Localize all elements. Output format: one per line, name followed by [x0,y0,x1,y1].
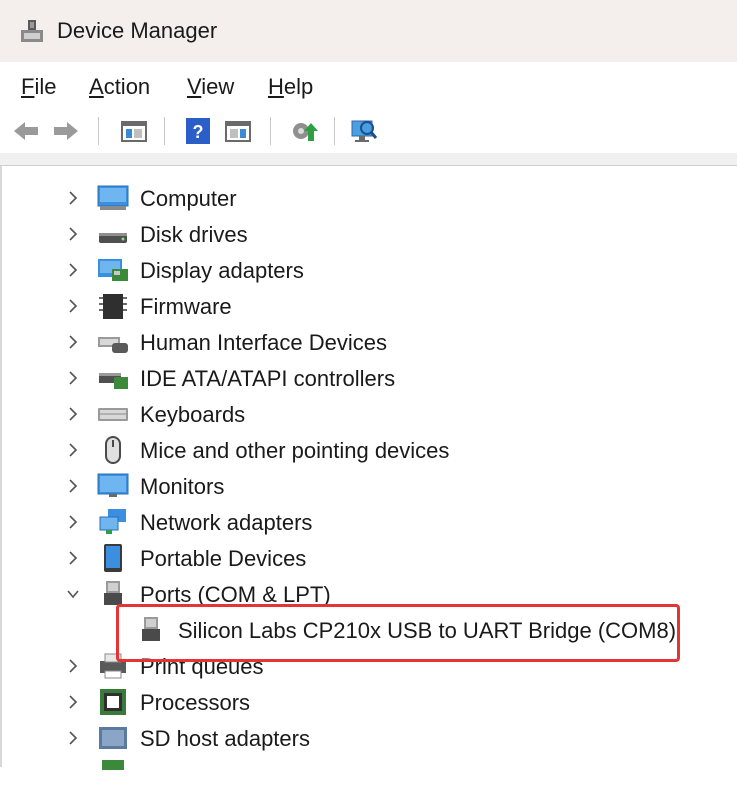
back-arrow-icon[interactable] [12,117,40,145]
chevron-right-icon[interactable] [66,440,80,460]
tree-item-sd-host-adapters[interactable]: SD host adapters [2,720,737,756]
tree-item-portable-devices[interactable]: Portable Devices [2,540,737,576]
network-adapter-icon [99,509,126,534]
device-icon [102,760,124,770]
device-tree: Computer Disk drives Display adapters Fi… [0,166,737,770]
display-adapter-icon [98,259,128,281]
processor-icon [100,689,126,715]
chevron-right-icon[interactable] [66,224,80,244]
monitor-icon [97,473,129,497]
menu-view[interactable]: View [187,74,234,100]
toolbar-bottom-strip [0,153,737,166]
toolbar-separator [334,117,335,145]
tree-item-label: Computer [140,186,237,211]
tree-item-label: Processors [140,690,251,715]
chevron-right-icon[interactable] [66,188,80,208]
chevron-right-icon[interactable] [66,332,80,352]
tree-item-display-adapters[interactable]: Display adapters [2,252,737,288]
hid-icon [98,337,128,353]
tree-item-label: Human Interface Devices [140,330,387,355]
portable-device-icon [104,544,122,572]
scan-hardware-changes-icon[interactable] [350,117,378,145]
tree-item-network-adapters[interactable]: Network adapters [2,504,737,540]
properties-pane-icon[interactable] [224,117,252,145]
device-manager-icon [21,20,43,42]
title-bar: Device Manager [0,0,737,62]
toolbar-separator [164,117,165,145]
keyboard-icon [98,408,128,421]
tree-item-computer[interactable]: Computer [2,180,737,216]
tree-item-firmware[interactable]: Firmware [2,288,737,324]
tree-item-human-interface-devices[interactable]: Human Interface Devices [2,324,737,360]
chevron-right-icon[interactable] [66,368,80,388]
update-driver-icon[interactable] [290,117,318,145]
menu-help[interactable]: Help [268,74,313,100]
tree-item-keyboards[interactable]: Keyboards [2,396,737,432]
tree-item-label: IDE ATA/ATAPI controllers [140,366,396,391]
tree-item-label: SD host adapters [140,726,310,751]
tree-item-label: Network adapters [140,510,313,535]
toolbar-separator [270,117,271,145]
tree-item-label: Monitors [140,474,225,499]
tree-item-label: Display adapters [140,258,304,283]
chevron-down-icon[interactable] [66,584,80,604]
forward-arrow-icon[interactable] [52,117,80,145]
show-hide-console-tree-icon[interactable] [120,117,148,145]
chevron-right-icon[interactable] [66,692,80,712]
menu-bar: File Action View Help [0,62,737,107]
tree-item-mice[interactable]: Mice and other pointing devices [2,432,737,468]
toolbar: ? [0,107,737,155]
chevron-right-icon[interactable] [66,512,80,532]
disk-drive-icon [99,233,127,243]
chevron-right-icon[interactable] [66,728,80,748]
tree-item-label: Portable Devices [140,546,307,571]
menu-file[interactable]: File [21,74,56,100]
help-icon[interactable]: ? [184,117,212,145]
window-title: Device Manager [57,18,218,43]
svg-text:?: ? [193,122,204,142]
tree-item-disk-drives[interactable]: Disk drives [2,216,737,252]
chevron-right-icon[interactable] [66,476,80,496]
tree-item-processors[interactable]: Processors [2,684,737,720]
computer-icon [97,185,129,210]
sd-host-icon [99,727,127,749]
menu-action[interactable]: Action [89,74,150,100]
highlight-box [116,604,680,662]
ide-controller-icon [99,373,128,389]
tree-item-label: Keyboards [140,402,246,427]
chevron-right-icon[interactable] [66,656,80,676]
tree-item-monitors[interactable]: Monitors [2,468,737,504]
mouse-icon [105,436,121,464]
chevron-right-icon[interactable] [66,296,80,316]
chevron-right-icon[interactable] [66,548,80,568]
tree-item-partially-visible[interactable] [2,756,737,792]
tree-item-label: Firmware [140,294,232,319]
toolbar-separator [98,117,99,145]
tree-item-label: Disk drives [140,222,248,247]
tree-item-ide-controllers[interactable]: IDE ATA/ATAPI controllers [2,360,737,396]
chevron-right-icon[interactable] [66,260,80,280]
chevron-right-icon[interactable] [66,404,80,424]
firmware-icon [99,294,127,319]
tree-item-label: Mice and other pointing devices [140,438,450,463]
